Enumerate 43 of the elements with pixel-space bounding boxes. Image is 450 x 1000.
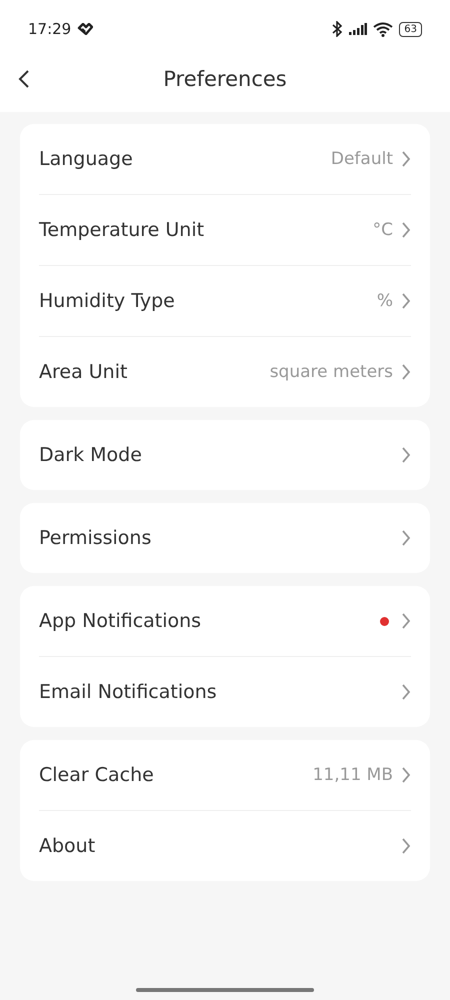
settings-row[interactable]: Permissions bbox=[39, 503, 411, 573]
row-label: Language bbox=[39, 148, 133, 170]
battery-indicator: 63 bbox=[399, 22, 422, 36]
settings-row[interactable]: Area Unit square meters bbox=[39, 336, 411, 407]
chevron-icon bbox=[401, 529, 411, 547]
settings-row[interactable]: Language Default bbox=[39, 124, 411, 194]
chevron-icon bbox=[401, 292, 411, 310]
chevron-icon bbox=[401, 837, 411, 855]
settings-row[interactable]: Dark Mode bbox=[39, 420, 411, 490]
row-value: Default bbox=[330, 149, 393, 169]
row-value: % bbox=[376, 291, 393, 311]
settings-row[interactable]: Humidity Type % bbox=[39, 265, 411, 336]
page-title: Preferences bbox=[162, 67, 288, 91]
settings-row[interactable]: Temperature Unit °C bbox=[39, 194, 411, 265]
row-value: square meters bbox=[270, 362, 393, 382]
row-label: Email Notifications bbox=[39, 681, 217, 703]
settings-row[interactable]: Clear Cache 11,11 MB bbox=[39, 740, 411, 810]
row-value: °C bbox=[372, 220, 393, 240]
notification-icon bbox=[77, 23, 94, 35]
settings-row[interactable]: App Notifications bbox=[39, 586, 411, 656]
chevron-icon bbox=[401, 683, 411, 701]
chevron-icon bbox=[401, 363, 411, 381]
row-label: About bbox=[39, 835, 96, 857]
row-label: Humidity Type bbox=[39, 290, 175, 312]
settings-row[interactable]: About bbox=[39, 810, 411, 881]
chevron-icon bbox=[401, 150, 411, 168]
wifi-icon bbox=[373, 22, 394, 36]
row-label: Temperature Unit bbox=[39, 219, 204, 241]
row-value: 11,11 MB bbox=[312, 765, 393, 785]
row-label: Permissions bbox=[39, 527, 152, 549]
row-label: App Notifications bbox=[39, 610, 202, 632]
chevron-icon bbox=[401, 446, 411, 464]
settings-row[interactable]: Email Notifications bbox=[39, 656, 411, 727]
row-label: Dark Mode bbox=[39, 444, 142, 466]
signal-icon bbox=[349, 23, 368, 35]
chevron-icon bbox=[401, 766, 411, 784]
row-label: Clear Cache bbox=[39, 764, 154, 786]
bluetooth-icon bbox=[331, 21, 344, 37]
row-label: Area Unit bbox=[39, 361, 128, 383]
back-icon bbox=[18, 69, 30, 89]
status-time: 17:29 bbox=[28, 20, 72, 38]
chevron-icon bbox=[401, 221, 411, 239]
chevron-icon bbox=[401, 612, 411, 630]
